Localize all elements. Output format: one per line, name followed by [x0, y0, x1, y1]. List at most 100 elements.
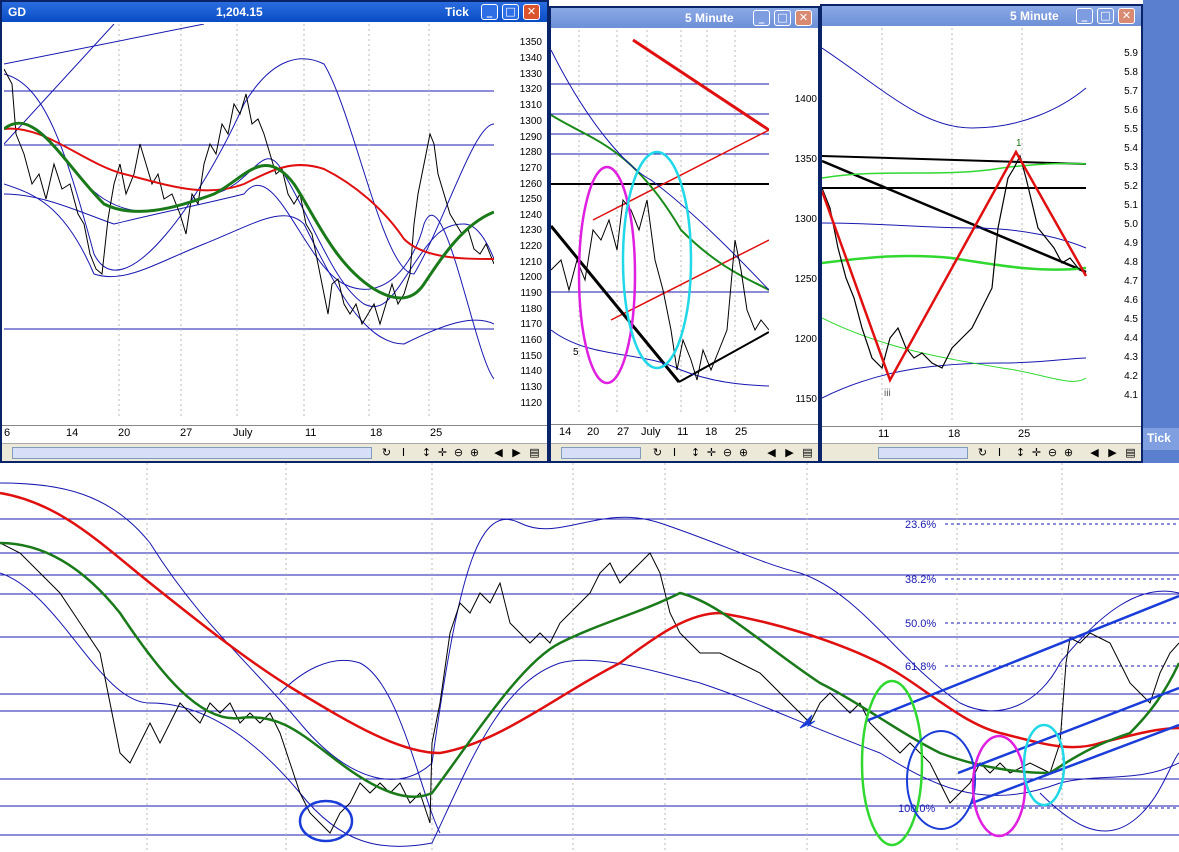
- cursor-icon[interactable]: I: [397, 445, 410, 460]
- zoom-out-icon[interactable]: ⊖: [721, 445, 734, 460]
- fib-23-label: 23.6%: [905, 519, 936, 531]
- y-tick: 1140: [520, 366, 542, 377]
- y-tick: 5.5: [1124, 124, 1138, 135]
- cursor-icon[interactable]: I: [668, 445, 681, 460]
- cursor-icon[interactable]: I: [993, 445, 1006, 460]
- gd-y-axis: 1350 1340 1330 1320 1310 1300 1290 1280 …: [494, 22, 548, 414]
- scroll-left-icon[interactable]: ◀: [492, 445, 505, 460]
- y-tick: 4.5: [1124, 314, 1138, 325]
- scroll-left-icon[interactable]: ◀: [1088, 445, 1101, 460]
- close-button[interactable]: ✕: [1118, 8, 1135, 24]
- minimize-button[interactable]: _: [753, 10, 770, 26]
- y-tick: 4.4: [1124, 333, 1138, 344]
- mid-5min-chart-window[interactable]: 5 Minute _ □ ✕ 5 1400 1350 1300 1250 120…: [549, 6, 820, 463]
- vertical-scale-icon[interactable]: ↕: [689, 445, 702, 460]
- date-tick: 27: [617, 426, 630, 438]
- scroll-right-icon[interactable]: ▶: [510, 445, 523, 460]
- move-icon[interactable]: ✛: [705, 445, 718, 460]
- chart-menu-icon[interactable]: ▤: [528, 445, 541, 460]
- maximize-button[interactable]: □: [774, 10, 791, 26]
- gd-window-titlebar[interactable]: GD 1,204.15 Tick _ □ ✕: [2, 2, 547, 22]
- zoom-out-icon[interactable]: ⊖: [452, 445, 465, 460]
- mid-price-plot[interactable]: 5: [551, 30, 769, 412]
- y-tick: 1200: [519, 272, 542, 283]
- right-window-titlebar[interactable]: 5 Minute _ □ ✕: [822, 6, 1141, 26]
- background-window-edge[interactable]: Tick: [1143, 0, 1179, 463]
- y-tick: 1290: [519, 132, 542, 143]
- interval-label: 5 Minute: [685, 11, 734, 25]
- maximize-button[interactable]: □: [502, 4, 519, 20]
- horizontal-scrollbar[interactable]: [561, 447, 641, 459]
- zoom-out-icon[interactable]: ⊖: [1046, 445, 1059, 460]
- date-tick: 25: [735, 426, 748, 438]
- close-button[interactable]: ✕: [523, 4, 540, 20]
- refresh-icon[interactable]: ↻: [651, 445, 664, 460]
- maximize-button[interactable]: □: [1097, 8, 1114, 24]
- y-tick: 1220: [519, 241, 542, 252]
- background-window-label: Tick: [1143, 428, 1179, 450]
- zoom-in-icon[interactable]: ⊕: [737, 445, 750, 460]
- vertical-scale-icon[interactable]: ↕: [420, 445, 433, 460]
- y-tick: 1210: [519, 257, 542, 268]
- y-tick: 1130: [520, 382, 542, 393]
- y-tick: 1400: [794, 94, 817, 105]
- right-y-axis: 5.9 5.8 5.7 5.6 5.5 5.4 5.3 5.2 5.1 5.0 …: [1090, 26, 1144, 420]
- right-5min-chart-window[interactable]: 5 Minute _ □ ✕ 1 iii 5.9 5.8 5.7 5.6 5.5…: [820, 4, 1143, 463]
- date-tick: 11: [305, 427, 317, 439]
- date-tick: 6: [4, 427, 11, 439]
- scroll-right-icon[interactable]: ▶: [783, 445, 796, 460]
- close-button[interactable]: ✕: [795, 10, 812, 26]
- y-tick: 5.6: [1124, 105, 1138, 116]
- right-price-plot[interactable]: 1 iii: [822, 28, 1090, 422]
- y-tick: 1270: [519, 163, 542, 174]
- y-tick: 1230: [519, 225, 542, 236]
- vertical-scale-icon[interactable]: ↕: [1014, 445, 1027, 460]
- mid-window-titlebar[interactable]: 5 Minute _ □ ✕: [551, 8, 818, 28]
- mid-toolbar: ↻ I ↕ ✛ ⊖ ⊕ ◀ ▶ ▤: [551, 443, 818, 461]
- main-price-chart[interactable]: 23.6% 38.2% 50.0% 61.8% 100.0%: [0, 463, 1179, 852]
- y-tick: 5.8: [1124, 67, 1138, 78]
- y-tick: 4.6: [1124, 295, 1138, 306]
- refresh-icon[interactable]: ↻: [976, 445, 989, 460]
- peak-label: 1: [1016, 138, 1022, 149]
- move-icon[interactable]: ✛: [1030, 445, 1043, 460]
- date-tick: July: [233, 427, 253, 439]
- horizontal-scrollbar[interactable]: [878, 447, 968, 459]
- last-price: 1,204.15: [216, 5, 263, 19]
- gd-toolbar: ↻ I ↕ ✛ ⊖ ⊕ ◀ ▶ ▤: [2, 443, 547, 461]
- interval-label: 5 Minute: [1010, 9, 1059, 23]
- minimize-button[interactable]: _: [1076, 8, 1093, 24]
- date-tick: 18: [705, 426, 718, 438]
- y-tick: 1330: [519, 69, 542, 80]
- chart-menu-icon[interactable]: ▤: [1124, 445, 1137, 460]
- chart-menu-icon[interactable]: ▤: [801, 445, 814, 460]
- date-tick: 27: [180, 427, 193, 439]
- y-tick: 5.9: [1124, 48, 1138, 59]
- y-tick: 4.8: [1124, 257, 1138, 268]
- trough-label: iii: [884, 388, 891, 399]
- y-tick: 5.2: [1124, 181, 1138, 192]
- date-tick: 14: [66, 427, 79, 439]
- y-tick: 1240: [519, 210, 542, 221]
- refresh-icon[interactable]: ↻: [380, 445, 393, 460]
- zoom-in-icon[interactable]: ⊕: [468, 445, 481, 460]
- y-tick: 5.3: [1124, 162, 1138, 173]
- zoom-in-icon[interactable]: ⊕: [1062, 445, 1075, 460]
- gd-price-plot[interactable]: [4, 24, 494, 416]
- scroll-right-icon[interactable]: ▶: [1106, 445, 1119, 460]
- mid-date-axis: 14 20 27 July 11 18 25: [551, 424, 818, 440]
- y-tick: 1150: [795, 394, 817, 405]
- scroll-left-icon[interactable]: ◀: [765, 445, 778, 460]
- y-tick: 4.7: [1124, 276, 1138, 287]
- y-tick: 5.4: [1124, 143, 1138, 154]
- right-date-axis: 11 18 25: [822, 426, 1141, 442]
- minimize-button[interactable]: _: [481, 4, 498, 20]
- y-tick: 1310: [519, 100, 542, 111]
- gd-tick-chart-window[interactable]: GD 1,204.15 Tick _ □ ✕ 1350 1340 1330 13…: [0, 0, 549, 463]
- y-tick: 1150: [520, 351, 542, 362]
- move-icon[interactable]: ✛: [436, 445, 449, 460]
- date-tick: 25: [430, 427, 443, 439]
- horizontal-scrollbar[interactable]: [12, 447, 372, 459]
- y-tick: 4.1: [1124, 390, 1138, 401]
- y-tick: 1340: [519, 53, 542, 64]
